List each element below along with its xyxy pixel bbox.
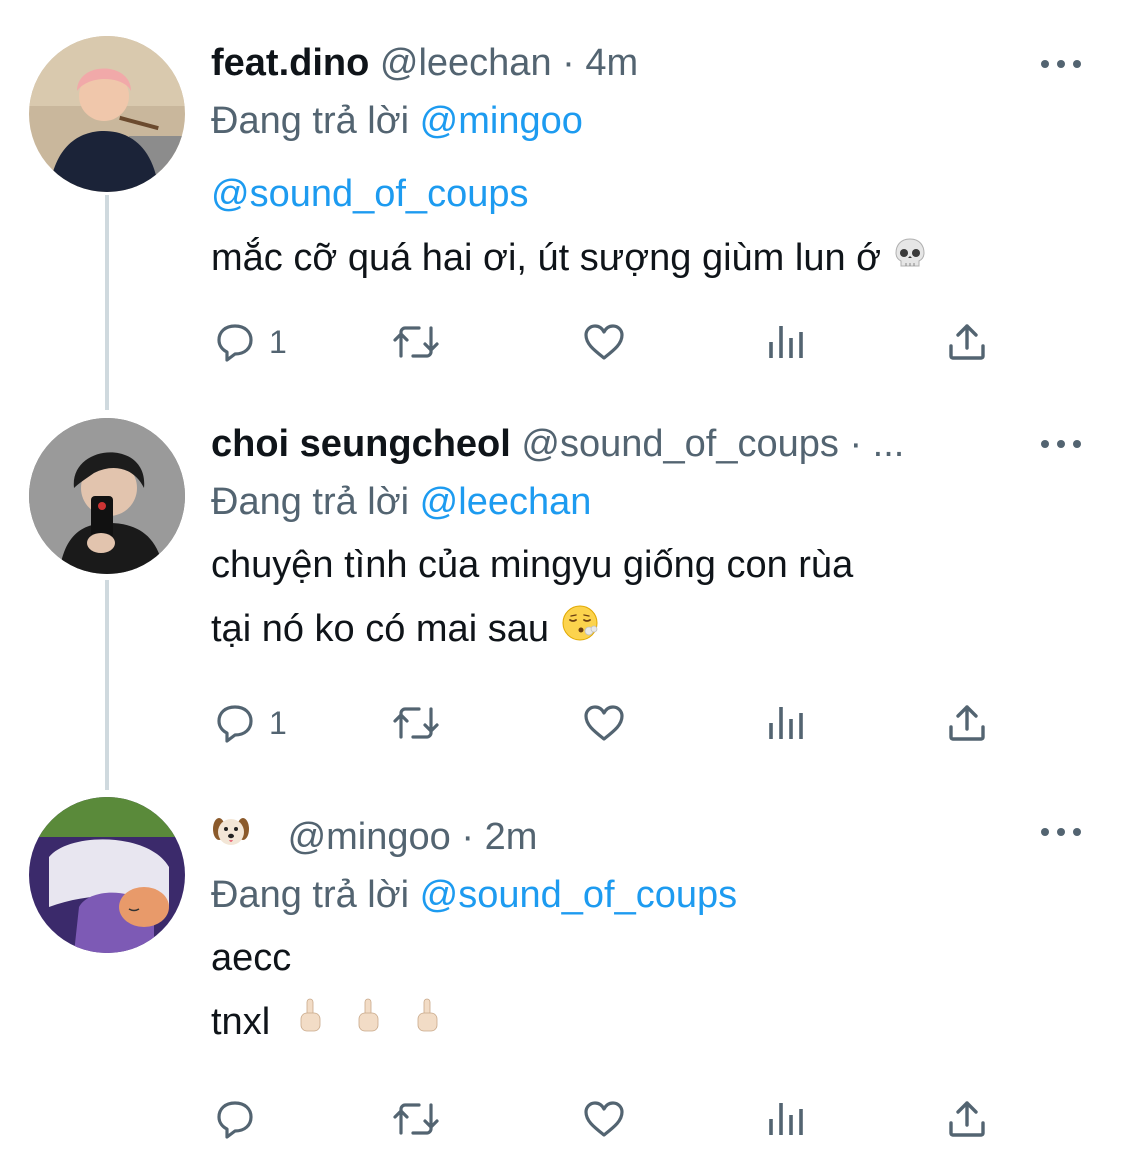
tweet-header: choi seungcheol @sound_of_coups · ... <box>211 415 1011 473</box>
reply-button[interactable] <box>211 1091 269 1147</box>
reply-context: Đang trả lời @mingoo <box>211 92 1085 150</box>
dog-face-icon <box>211 810 251 866</box>
like-button[interactable] <box>579 1091 629 1147</box>
tweet-text-line-1: chuyện tình của mingyu giống con rùa <box>211 533 1085 597</box>
heart-icon <box>584 324 624 360</box>
like-button[interactable] <box>579 695 629 751</box>
reply-to-mention[interactable]: @sound_of_coups <box>420 874 737 916</box>
middle-finger-icon <box>412 992 442 1056</box>
views-button[interactable] <box>761 314 809 370</box>
tweet-text-content: tnxl <box>211 1001 271 1043</box>
reply-to-mention[interactable]: @leechan <box>420 481 592 523</box>
middle-finger-icon <box>295 992 325 1056</box>
reply-context: Đang trả lời @leechan <box>211 473 1085 531</box>
user-handle[interactable]: @mingoo <box>288 816 451 858</box>
tweet-1[interactable]: feat.dino @leechan · 4m Đang trả lời @mi… <box>0 0 1125 405</box>
timestamp[interactable]: ... <box>873 423 905 465</box>
share-icon <box>949 705 985 741</box>
views-button[interactable] <box>761 695 809 751</box>
avatar-mingoo[interactable] <box>29 797 185 953</box>
timestamp[interactable]: 4m <box>585 42 638 84</box>
skull-icon <box>892 228 928 292</box>
tweet-text: mắc cỡ quá hai ơi, út sượng giùm lun ớ <box>211 226 1085 292</box>
reply-count: 1 <box>269 323 287 360</box>
body-mention[interactable]: @sound_of_coups <box>211 173 528 215</box>
more-options-button[interactable] <box>1041 822 1081 842</box>
tweet-header: @mingoo · 2m <box>211 808 1011 866</box>
display-name[interactable]: choi seungcheol <box>211 423 511 465</box>
avatar-choi-seungcheol[interactable] <box>29 418 185 574</box>
reply-prefix: Đang trả lời <box>211 100 410 142</box>
reply-button[interactable]: 1 <box>211 695 287 751</box>
tweet-actions: 1 <box>211 314 1011 370</box>
separator-dot: · <box>562 42 575 84</box>
tweet-3[interactable]: @mingoo · 2m Đang trả lời @sound_of_coup… <box>0 785 1125 1165</box>
reply-prefix: Đang trả lời <box>211 874 410 916</box>
share-button[interactable] <box>943 1091 991 1147</box>
reply-icon <box>217 1101 253 1139</box>
heart-icon <box>584 705 624 741</box>
user-handle[interactable]: @leechan <box>380 42 552 84</box>
tweet-2[interactable]: choi seungcheol @sound_of_coups · ... Đa… <box>0 405 1125 785</box>
reply-to-mention[interactable]: @mingoo <box>420 100 583 142</box>
separator-dot: · <box>849 423 863 465</box>
tweet-text-content: tại nó ko có mai sau <box>211 608 549 650</box>
tweet-text-content: aecc <box>211 937 292 979</box>
retweet-icon <box>393 1103 439 1135</box>
timestamp[interactable]: 2m <box>485 816 538 858</box>
tweet-actions: 1 <box>211 695 1011 751</box>
retweet-button[interactable] <box>389 695 443 751</box>
bar-chart-icon <box>769 1103 803 1135</box>
tweet-text-line-2: tnxl <box>211 990 1085 1056</box>
share-icon <box>949 1101 985 1137</box>
retweet-button[interactable] <box>389 314 443 370</box>
tweet-header: feat.dino @leechan · 4m <box>211 34 1011 92</box>
retweet-icon <box>393 707 439 739</box>
reply-icon <box>217 705 253 743</box>
avatar-feat-dino[interactable] <box>29 36 185 192</box>
more-options-button[interactable] <box>1041 434 1081 454</box>
reply-count: 1 <box>269 704 287 741</box>
bar-chart-icon <box>769 707 803 739</box>
reply-prefix: Đang trả lời <box>211 481 410 523</box>
tweet-actions <box>211 1091 1011 1147</box>
tweet-text-content: mắc cỡ quá hai ơi, út sượng giùm lun ớ <box>211 237 882 279</box>
user-handle[interactable]: @sound_of_coups <box>521 423 838 465</box>
more-options-button[interactable] <box>1041 54 1081 74</box>
tweet-text-content: chuyện tình của mingyu giống con rùa <box>211 544 854 586</box>
like-button[interactable] <box>579 314 629 370</box>
share-icon <box>949 324 985 360</box>
tweet-text-line-1: aecc <box>211 926 1085 990</box>
middle-finger-icon <box>353 992 383 1056</box>
mention-line: @sound_of_coups <box>211 162 1085 226</box>
tweet-text-line-2: tại nó ko có mai sau <box>211 597 1085 663</box>
reply-context: Đang trả lời @sound_of_coups <box>211 866 1085 924</box>
retweet-icon <box>393 326 439 358</box>
share-button[interactable] <box>943 695 991 751</box>
retweet-button[interactable] <box>389 1091 443 1147</box>
share-button[interactable] <box>943 314 991 370</box>
reply-button[interactable]: 1 <box>211 314 287 370</box>
bar-chart-icon <box>769 326 803 358</box>
reply-icon <box>217 324 253 362</box>
views-button[interactable] <box>761 1091 809 1147</box>
exhaling-face-icon <box>560 599 600 663</box>
display-name[interactable]: feat.dino <box>211 42 369 84</box>
heart-icon <box>584 1101 624 1137</box>
separator-dot: · <box>461 816 474 858</box>
